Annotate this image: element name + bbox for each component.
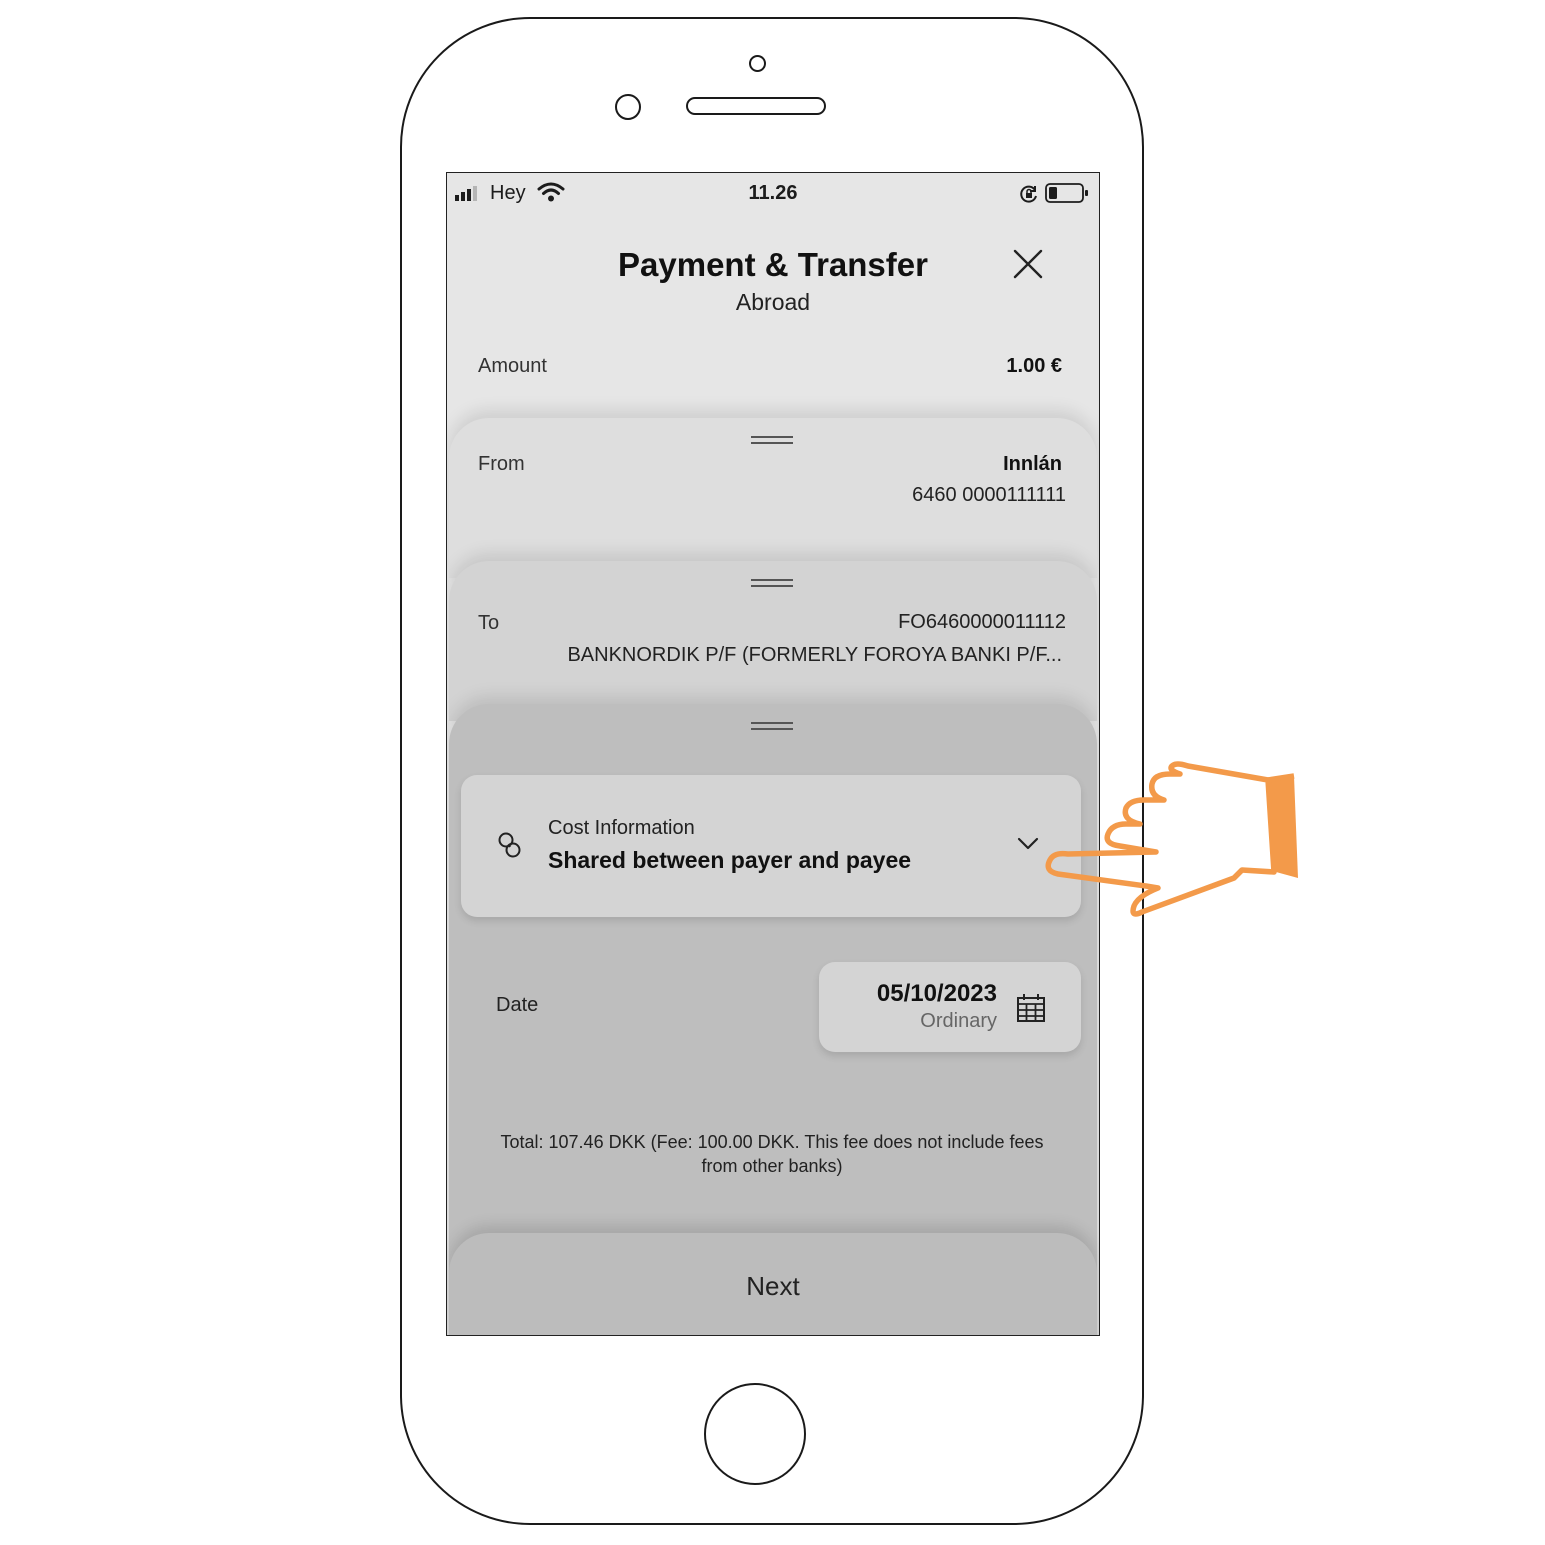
date-picker[interactable]: 05/10/2023 Ordinary (819, 962, 1081, 1052)
to-sheet[interactable]: To FO6460000011112 BANKNORDIK P/F (FORME… (449, 561, 1097, 721)
calendar-icon[interactable] (1016, 993, 1046, 1028)
drag-handle[interactable] (751, 436, 793, 444)
from-sheet[interactable]: From Innlán 6460 0000111111 (449, 418, 1097, 578)
chevron-down-icon[interactable] (1017, 837, 1039, 856)
status-time: 11.26 (748, 182, 798, 204)
amount-value[interactable]: 1.00 € (1006, 355, 1062, 378)
from-label: From (478, 453, 525, 475)
page-subtitle: Abroad (735, 289, 811, 315)
total-fee-text: Total: 107.46 DKK (Fee: 100.00 DKK. This… (500, 1132, 1044, 1176)
to-iban: FO6460000011112 (898, 611, 1066, 633)
next-button[interactable]: Next (449, 1233, 1097, 1335)
cost-information-value: Shared between payer and payee (548, 847, 912, 873)
from-account-name: Innlán (1003, 453, 1062, 475)
stage: Hey 11.26 Payment & Transfer Abroad Amou… (0, 0, 1545, 1545)
pointing-hand-icon (1040, 760, 1302, 930)
drag-handle[interactable] (751, 579, 793, 587)
from-account-number: 6460 0000111111 (912, 484, 1066, 506)
page-title: Payment & Transfer (618, 246, 928, 283)
date-value: 05/10/2023 (876, 980, 997, 1007)
orientation-lock-icon (1019, 184, 1039, 210)
home-button[interactable] (704, 1383, 806, 1485)
proximity-sensor (615, 94, 641, 120)
front-camera (749, 55, 766, 72)
date-type: Ordinary (920, 1010, 997, 1032)
next-button-label: Next (746, 1271, 800, 1301)
earpiece-speaker (686, 97, 826, 115)
cost-information-dropdown[interactable]: Cost Information Shared between payer an… (461, 775, 1081, 917)
app-screen: Hey 11.26 Payment & Transfer Abroad Amou… (446, 172, 1100, 1336)
close-button[interactable] (1011, 247, 1045, 281)
close-icon (1013, 249, 1043, 279)
battery-icon (1045, 182, 1089, 210)
to-bank-name: BANKNORDIK P/F (FORMERLY FOROYA BANKI P/… (567, 644, 1062, 666)
to-label: To (478, 612, 500, 634)
date-label: Date (496, 994, 539, 1016)
amount-label: Amount (478, 355, 547, 377)
drag-handle[interactable] (751, 722, 793, 730)
coins-icon (497, 831, 523, 866)
cost-information-label: Cost Information (548, 817, 695, 839)
status-bar: Hey 11.26 (447, 173, 1099, 213)
